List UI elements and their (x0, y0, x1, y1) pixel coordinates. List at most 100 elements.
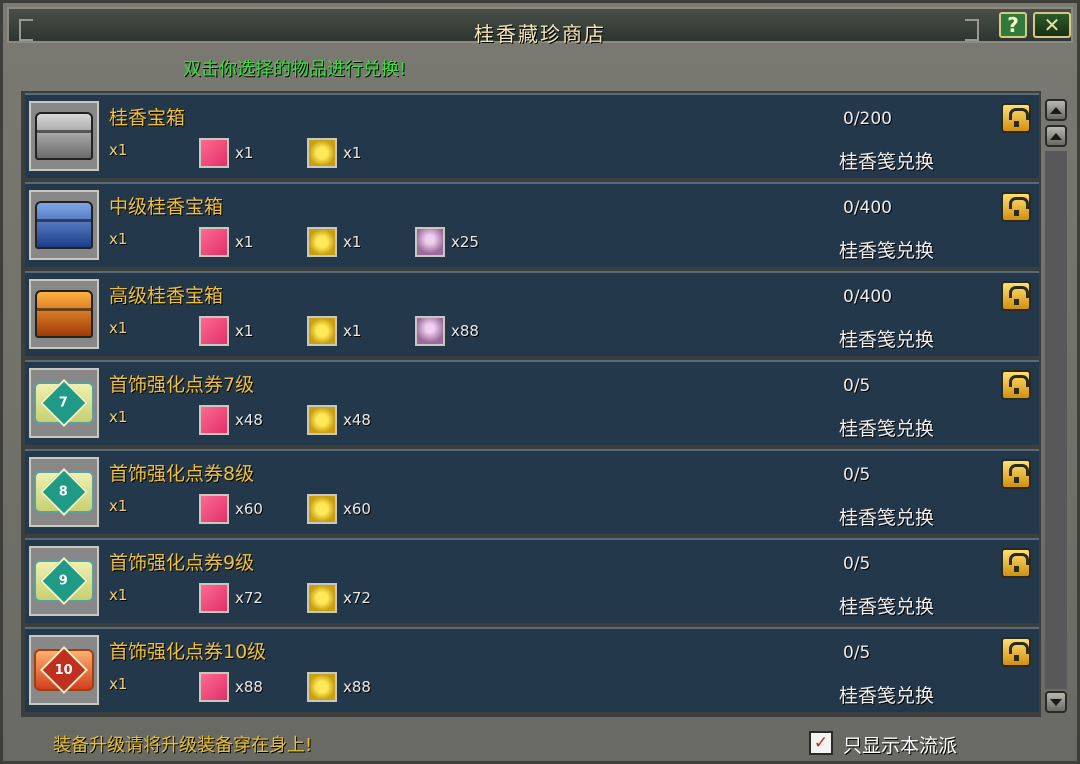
voucher-level-badge: 9 (59, 573, 69, 589)
voucher-scroll-icon: 9 (34, 556, 94, 606)
shop-row[interactable]: 8 首饰强化点券8级 x1 x60 x60 0/5 桂香笺兑换 (25, 449, 1039, 534)
lock-icon[interactable] (1001, 103, 1031, 133)
material-slot: x1 (307, 315, 361, 347)
item-name: 首饰强化点券8级 (109, 463, 255, 485)
purchase-limit: 0/5 (843, 554, 871, 574)
purchase-limit: 0/5 (843, 465, 871, 485)
help-button[interactable]: ? (999, 12, 1027, 38)
material-qty: x1 (343, 322, 362, 340)
material-qty: x1 (343, 144, 362, 162)
item-name: 首饰强化点券7级 (109, 374, 255, 396)
item-name: 桂香宝箱 (109, 107, 186, 129)
material-qty: x1 (235, 322, 254, 340)
item-icon-slot[interactable]: 9 (29, 546, 99, 616)
gold-pouch-icon (307, 583, 337, 613)
item-qty: x1 (109, 141, 128, 159)
scroll-down-button[interactable] (1045, 691, 1067, 713)
pink-gem-icon (199, 138, 229, 168)
lock-icon[interactable] (1001, 370, 1031, 400)
silver-chest-icon (35, 112, 93, 160)
exchange-currency: 桂香笺兑换 (839, 507, 935, 529)
shop-row[interactable]: 9 首饰强化点券9级 x1 x72 x72 0/5 桂香笺兑换 (25, 538, 1039, 623)
item-name: 首饰强化点券10级 (109, 641, 267, 663)
material-slot: x48 (307, 404, 371, 436)
item-icon-slot[interactable]: 10 (29, 635, 99, 705)
item-qty: x1 (109, 319, 128, 337)
voucher-level-badge: 8 (59, 484, 69, 500)
material-slot: x72 (307, 582, 371, 614)
item-icon-slot[interactable]: 8 (29, 457, 99, 527)
gold-pouch-icon (307, 672, 337, 702)
material-qty: x48 (343, 411, 371, 429)
material-slot: x72 (199, 582, 263, 614)
item-name: 中级桂香宝箱 (109, 196, 224, 218)
material-slot: x1 (307, 226, 361, 258)
scrollbar-track[interactable] (1045, 151, 1067, 689)
shop-row[interactable]: 高级桂香宝箱 x1 x1 x1 x88 0/400 桂香笺兑换 (25, 271, 1039, 356)
item-qty: x1 (109, 675, 128, 693)
voucher-level-badge: 7 (59, 395, 69, 411)
pink-gem-icon (199, 583, 229, 613)
close-button[interactable]: ✕ (1033, 12, 1071, 38)
material-slot: x60 (199, 493, 263, 525)
item-icon-slot[interactable] (29, 279, 99, 349)
scroll-up-button[interactable] (1045, 99, 1067, 121)
pink-gem-icon (199, 672, 229, 702)
material-qty: x48 (235, 411, 263, 429)
gold-pouch-icon (307, 494, 337, 524)
shop-row[interactable]: 7 首饰强化点券7级 x1 x48 x48 0/5 桂香笺兑换 (25, 360, 1039, 445)
material-slot: x88 (199, 671, 263, 703)
pink-gem-icon (199, 316, 229, 346)
material-slot: x1 (199, 226, 253, 258)
voucher-scroll-icon: 7 (34, 378, 94, 428)
material-qty: x1 (343, 233, 362, 251)
item-icon-slot[interactable] (29, 190, 99, 260)
purchase-limit: 0/400 (843, 198, 892, 218)
item-qty: x1 (109, 497, 128, 515)
filter-checkbox[interactable]: ✓ (809, 731, 833, 755)
material-qty: x60 (235, 500, 263, 518)
arrow-up-icon (1050, 132, 1062, 140)
pink-gem-icon (199, 227, 229, 257)
purchase-limit: 0/5 (843, 376, 871, 396)
window-title: 桂香藏珍商店 (474, 22, 606, 46)
shop-window: 桂香藏珍商店 ? ✕ 双击你选择的物品进行兑换! 桂香宝箱 x1 x1 x1 0… (0, 0, 1080, 764)
material-slot: x1 (199, 137, 253, 169)
gold-pouch-icon (307, 316, 337, 346)
gold-pouch-icon (307, 405, 337, 435)
material-slot: x88 (307, 671, 371, 703)
blue-chest-icon (35, 201, 93, 249)
material-qty: x60 (343, 500, 371, 518)
lock-icon[interactable] (1001, 637, 1031, 667)
item-icon-slot[interactable] (29, 101, 99, 171)
crystal-icon (415, 316, 445, 346)
material-qty: x88 (343, 678, 371, 696)
shop-row[interactable]: 中级桂香宝箱 x1 x1 x1 x25 0/400 桂香笺兑换 (25, 182, 1039, 267)
item-name: 首饰强化点券9级 (109, 552, 255, 574)
material-qty: x1 (235, 144, 254, 162)
arrow-down-icon (1050, 698, 1062, 706)
check-mark-icon: ✓ (813, 733, 829, 753)
material-qty: x88 (235, 678, 263, 696)
voucher-scroll-icon: 10 (34, 645, 94, 695)
lock-icon[interactable] (1001, 459, 1031, 489)
material-qty: x72 (235, 589, 263, 607)
exchange-currency: 桂香笺兑换 (839, 151, 935, 173)
item-icon-slot[interactable]: 7 (29, 368, 99, 438)
footer-note: 装备升级请将升级装备穿在身上! (53, 735, 313, 756)
orange-chest-icon (35, 290, 93, 338)
shop-row[interactable]: 10 首饰强化点券10级 x1 x88 x88 0/5 桂香笺兑换 (25, 627, 1039, 712)
gold-pouch-icon (307, 138, 337, 168)
filter-checkbox-label[interactable]: 只显示本流派 (843, 731, 957, 758)
shop-row[interactable]: 桂香宝箱 x1 x1 x1 0/200 桂香笺兑换 (25, 93, 1039, 178)
scroll-thumb[interactable] (1045, 125, 1067, 147)
material-qty: x88 (451, 322, 479, 340)
lock-icon[interactable] (1001, 548, 1031, 578)
lock-icon[interactable] (1001, 281, 1031, 311)
pink-gem-icon (199, 405, 229, 435)
material-qty: x1 (235, 233, 254, 251)
item-qty: x1 (109, 230, 128, 248)
material-qty: x25 (451, 233, 479, 251)
item-qty: x1 (109, 408, 128, 426)
lock-icon[interactable] (1001, 192, 1031, 222)
